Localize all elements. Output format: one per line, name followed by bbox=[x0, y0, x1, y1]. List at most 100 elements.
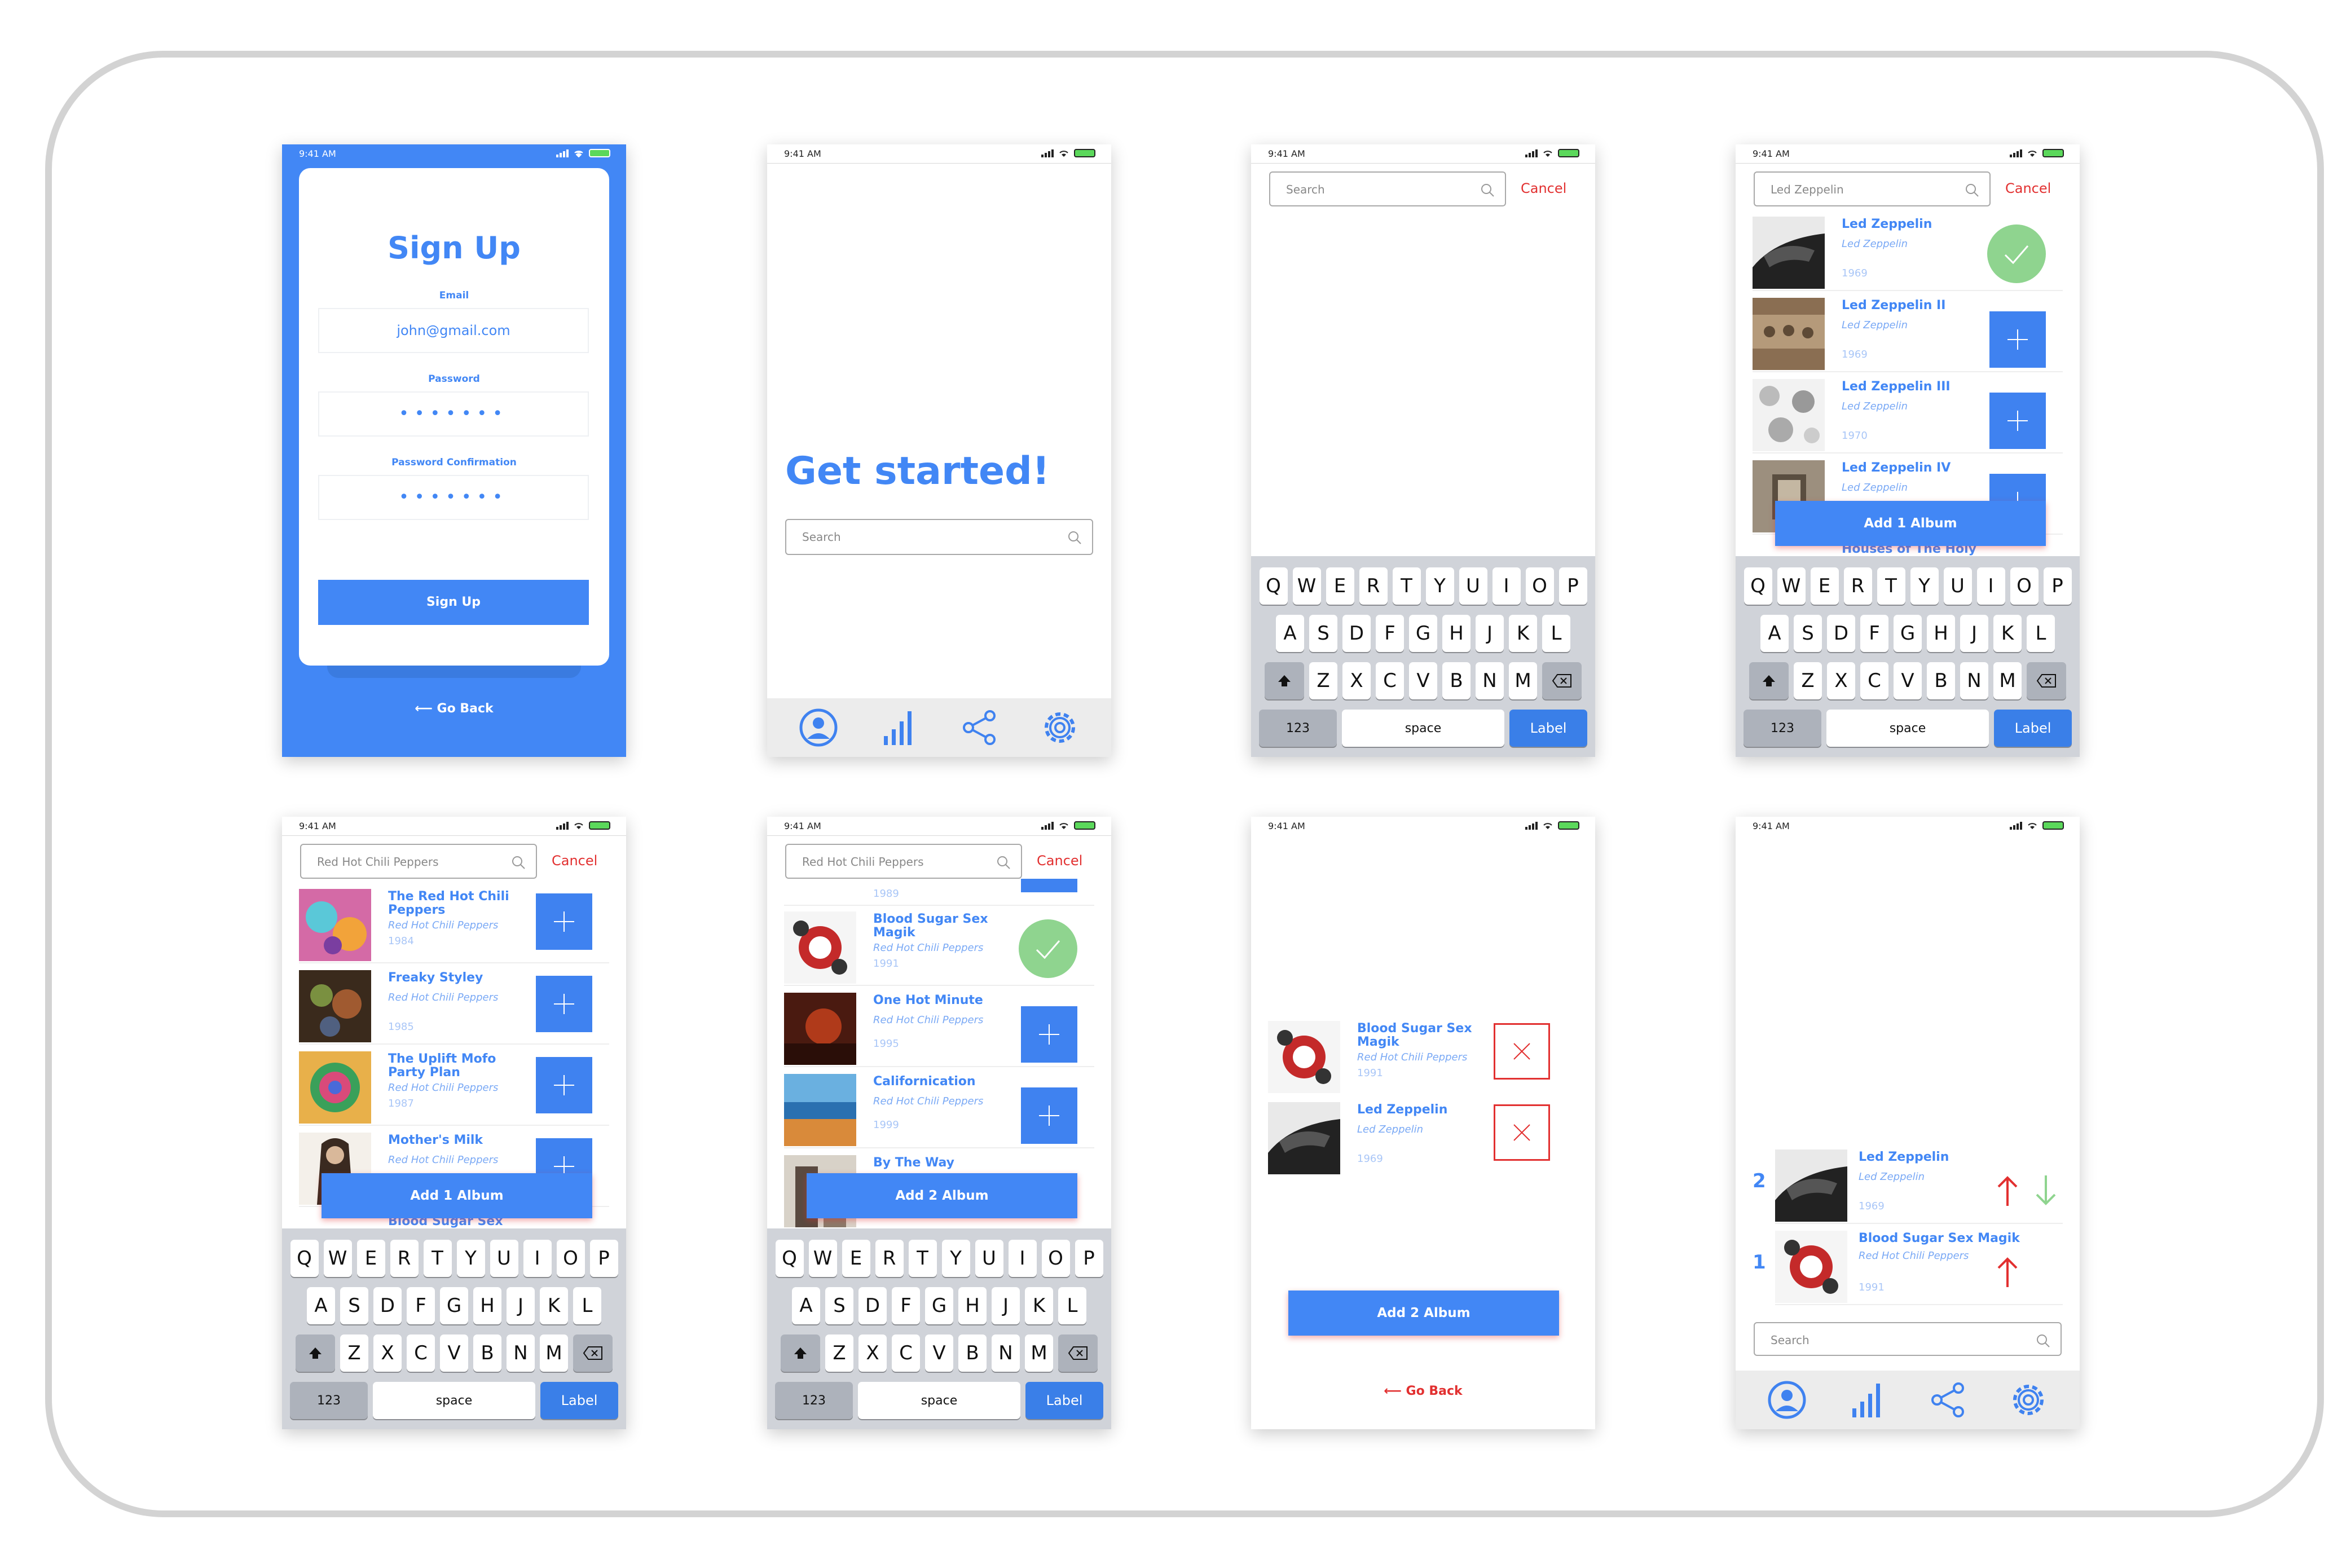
key-e[interactable]: E bbox=[1810, 567, 1839, 605]
key-f[interactable]: F bbox=[1860, 615, 1888, 652]
key-m[interactable]: M bbox=[1993, 662, 2022, 699]
key-h[interactable]: H bbox=[1927, 615, 1955, 652]
remove-album-button[interactable] bbox=[1494, 1023, 1550, 1080]
key-r[interactable]: R bbox=[875, 1240, 904, 1277]
list-item[interactable]: 1989 bbox=[784, 879, 1094, 906]
arrow-up-icon[interactable] bbox=[1995, 1174, 2020, 1207]
space-key[interactable]: space bbox=[1826, 710, 1989, 747]
key-j[interactable]: J bbox=[1960, 615, 1988, 652]
key-b[interactable]: B bbox=[1442, 662, 1471, 699]
search-input[interactable]: Search bbox=[785, 519, 1093, 555]
key-o[interactable]: O bbox=[2010, 567, 2039, 605]
add-album-button[interactable] bbox=[536, 976, 592, 1032]
key-h[interactable]: H bbox=[958, 1287, 987, 1324]
key-v[interactable]: V bbox=[925, 1334, 953, 1372]
key-b[interactable]: B bbox=[958, 1334, 987, 1372]
key-d[interactable]: D bbox=[858, 1287, 887, 1324]
label-key[interactable]: Label bbox=[1994, 710, 2072, 747]
key-q[interactable]: Q bbox=[290, 1240, 319, 1277]
search-input[interactable]: Red Hot Chili Peppers bbox=[785, 844, 1022, 879]
added-check-button[interactable] bbox=[1019, 919, 1077, 978]
key-t[interactable]: T bbox=[1392, 567, 1421, 605]
backspace-key[interactable] bbox=[1542, 662, 1582, 699]
key-p[interactable]: P bbox=[1075, 1240, 1103, 1277]
key-x[interactable]: X bbox=[1827, 662, 1855, 699]
key-o[interactable]: O bbox=[1041, 1240, 1070, 1277]
space-key[interactable]: space bbox=[1342, 710, 1504, 747]
key-g[interactable]: G bbox=[1409, 615, 1437, 652]
key-p[interactable]: P bbox=[2043, 567, 2072, 605]
add-album-button[interactable] bbox=[1021, 1006, 1077, 1063]
key-k[interactable]: K bbox=[1993, 615, 2022, 652]
remove-album-button[interactable] bbox=[1494, 1104, 1550, 1161]
add-albums-button[interactable]: Add 2 Album bbox=[1288, 1290, 1559, 1336]
search-input[interactable]: Search bbox=[1269, 171, 1506, 206]
key-i[interactable]: I bbox=[1492, 567, 1521, 605]
key-o[interactable]: O bbox=[556, 1240, 585, 1277]
password-confirmation-field[interactable]: ••••••• bbox=[318, 475, 589, 520]
key-v[interactable]: V bbox=[1894, 662, 1922, 699]
key-e[interactable]: E bbox=[1326, 567, 1354, 605]
key-h[interactable]: H bbox=[1442, 615, 1471, 652]
cancel-button[interactable]: Cancel bbox=[552, 853, 597, 869]
numbers-key[interactable]: 123 bbox=[775, 1382, 853, 1419]
list-item[interactable]: Led Zeppelin III Led Zeppelin 1970 bbox=[1753, 376, 2063, 453]
numbers-key[interactable]: 123 bbox=[1259, 710, 1337, 747]
cancel-button[interactable]: Cancel bbox=[2005, 180, 2051, 196]
key-c[interactable]: C bbox=[1860, 662, 1888, 699]
add-album-button[interactable] bbox=[536, 893, 592, 950]
key-j[interactable]: J bbox=[1476, 615, 1504, 652]
key-z[interactable]: Z bbox=[825, 1334, 853, 1372]
key-n[interactable]: N bbox=[507, 1334, 535, 1372]
tab-share[interactable] bbox=[1928, 1380, 1967, 1420]
list-item[interactable]: Led Zeppelin Led Zeppelin 1969 bbox=[1775, 1146, 2063, 1224]
key-m[interactable]: M bbox=[1025, 1334, 1053, 1372]
key-u[interactable]: U bbox=[1943, 567, 1972, 605]
key-p[interactable]: P bbox=[589, 1240, 618, 1277]
key-a[interactable]: A bbox=[1760, 615, 1789, 652]
key-w[interactable]: W bbox=[323, 1240, 352, 1277]
key-z[interactable]: Z bbox=[1794, 662, 1822, 699]
key-h[interactable]: H bbox=[473, 1287, 501, 1324]
key-j[interactable]: J bbox=[507, 1287, 535, 1324]
key-e[interactable]: E bbox=[842, 1240, 870, 1277]
key-q[interactable]: Q bbox=[1259, 567, 1288, 605]
key-t[interactable]: T bbox=[423, 1240, 452, 1277]
key-k[interactable]: K bbox=[1509, 615, 1537, 652]
key-a[interactable]: A bbox=[1276, 615, 1304, 652]
key-z[interactable]: Z bbox=[340, 1334, 368, 1372]
key-d[interactable]: D bbox=[373, 1287, 402, 1324]
add-album-button[interactable] bbox=[1989, 311, 2046, 368]
key-f[interactable]: F bbox=[1376, 615, 1404, 652]
key-y[interactable]: Y bbox=[1425, 567, 1454, 605]
space-key[interactable]: space bbox=[373, 1382, 535, 1419]
key-y[interactable]: Y bbox=[941, 1240, 970, 1277]
backspace-key[interactable] bbox=[2027, 662, 2066, 699]
cancel-button[interactable]: Cancel bbox=[1037, 853, 1082, 869]
key-r[interactable]: R bbox=[390, 1240, 419, 1277]
key-n[interactable]: N bbox=[1960, 662, 1988, 699]
arrow-up-icon[interactable] bbox=[1995, 1256, 2020, 1288]
tab-profile[interactable] bbox=[799, 708, 838, 747]
numbers-key[interactable]: 123 bbox=[290, 1382, 368, 1419]
list-item[interactable]: Led Zeppelin II Led Zeppelin 1969 bbox=[1753, 294, 2063, 372]
key-x[interactable]: X bbox=[1342, 662, 1371, 699]
key-n[interactable]: N bbox=[1476, 662, 1504, 699]
key-y[interactable]: Y bbox=[456, 1240, 485, 1277]
password-field[interactable]: ••••••• bbox=[318, 391, 589, 437]
list-item[interactable]: Californication Red Hot Chili Peppers 19… bbox=[784, 1071, 1094, 1148]
key-b[interactable]: B bbox=[473, 1334, 501, 1372]
list-item[interactable]: Led Zeppelin Led Zeppelin 1969 bbox=[1753, 213, 2063, 291]
key-z[interactable]: Z bbox=[1309, 662, 1337, 699]
key-d[interactable]: D bbox=[1342, 615, 1371, 652]
key-i[interactable]: I bbox=[523, 1240, 552, 1277]
key-t[interactable]: T bbox=[1877, 567, 1905, 605]
key-q[interactable]: Q bbox=[1744, 567, 1772, 605]
key-l[interactable]: L bbox=[573, 1287, 601, 1324]
list-item[interactable]: Led Zeppelin Led Zeppelin 1969 bbox=[1268, 1099, 1578, 1177]
space-key[interactable]: space bbox=[858, 1382, 1020, 1419]
backspace-key[interactable] bbox=[1058, 1334, 1098, 1372]
key-a[interactable]: A bbox=[792, 1287, 820, 1324]
label-key[interactable]: Label bbox=[1509, 710, 1587, 747]
list-item[interactable]: Blood Sugar Sex Magik Red Hot Chili Pepp… bbox=[784, 908, 1094, 986]
